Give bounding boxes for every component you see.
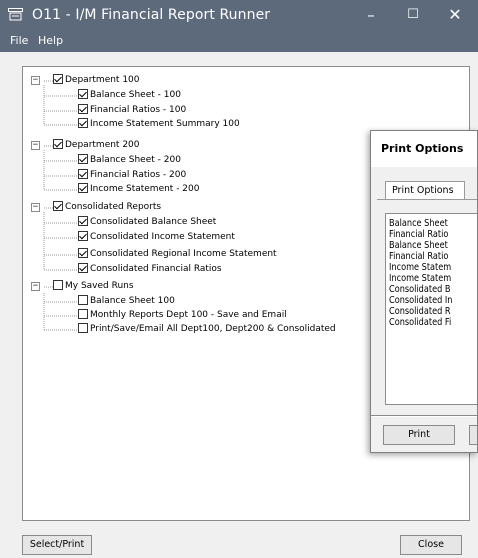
tree-item[interactable]: Financial Ratios - 200 — [78, 169, 186, 183]
checkbox[interactable] — [78, 216, 88, 226]
list-item[interactable]: Balance Sheet — [389, 218, 448, 229]
tree-item[interactable]: Balance Sheet - 100 — [78, 89, 181, 103]
select-print-button[interactable]: Select/Print — [22, 535, 92, 555]
list-item[interactable]: Income Statem — [389, 262, 451, 273]
list-item[interactable]: Balance Sheet — [389, 240, 448, 251]
collapse-toggle-icon[interactable]: − — [31, 282, 40, 291]
collapse-toggle-icon[interactable]: − — [31, 141, 40, 150]
list-item[interactable]: Consolidated Fi — [389, 317, 451, 328]
checkbox[interactable] — [78, 323, 88, 333]
checkbox[interactable] — [78, 118, 88, 128]
close-window-button[interactable]: ✕ — [438, 4, 472, 26]
list-item[interactable]: Income Statem — [389, 273, 451, 284]
tree-item[interactable]: Consolidated Income Statement — [78, 231, 235, 245]
tree-item[interactable]: Balance Sheet 100 — [78, 295, 175, 309]
list-item[interactable]: Consolidated In — [389, 295, 452, 306]
checkbox[interactable] — [78, 263, 88, 273]
tree-item[interactable]: Print/Save/Email All Dept100, Dept200 & … — [78, 323, 336, 337]
checkbox[interactable] — [78, 248, 88, 258]
checkbox[interactable] — [78, 89, 88, 99]
tree-item[interactable]: Consolidated Financial Ratios — [78, 263, 222, 277]
list-item[interactable]: Consolidated B — [389, 284, 450, 295]
checkbox[interactable] — [78, 154, 88, 164]
divider — [371, 415, 477, 417]
tab-print-options[interactable]: Print Options — [385, 181, 465, 200]
tree-group-consolidated-reports[interactable]: Consolidated Reports — [53, 201, 161, 215]
title-bar: O11 - I/M Financial Report Runner – ☐ ✕ — [0, 0, 478, 30]
menu-bar: File Help — [0, 30, 478, 52]
maximize-button[interactable]: ☐ — [396, 4, 430, 26]
dialog-title-bar: Print Options — [371, 131, 477, 167]
menu-file[interactable]: File — [10, 34, 28, 47]
dialog-second-button[interactable] — [469, 425, 477, 445]
list-item[interactable]: Financial Ratio — [389, 229, 448, 240]
tree-item[interactable]: Consolidated Balance Sheet — [78, 216, 216, 230]
checkbox[interactable] — [78, 104, 88, 114]
tree-group-department-100[interactable]: Department 100 — [53, 74, 140, 88]
tree-item[interactable]: Income Statement Summary 100 — [78, 118, 240, 132]
minimize-button[interactable]: – — [354, 4, 388, 26]
close-button[interactable]: Close — [400, 535, 462, 555]
checkbox[interactable] — [53, 201, 63, 211]
print-button[interactable]: Print — [383, 425, 455, 445]
tree-group-department-200[interactable]: Department 200 — [53, 139, 140, 153]
checkbox[interactable] — [53, 280, 63, 290]
collapse-toggle-icon[interactable]: − — [31, 76, 40, 85]
report-listbox[interactable]: Balance Sheet Financial Ratio Balance Sh… — [385, 213, 477, 405]
checkbox[interactable] — [53, 74, 63, 84]
checkbox[interactable] — [78, 309, 88, 319]
checkbox[interactable] — [78, 169, 88, 179]
tree-item[interactable]: Financial Ratios - 100 — [78, 104, 186, 118]
checkbox[interactable] — [78, 231, 88, 241]
tree-item[interactable]: Balance Sheet - 200 — [78, 154, 181, 168]
list-item[interactable]: Financial Ratio — [389, 251, 448, 262]
checkbox[interactable] — [78, 183, 88, 193]
window-app-icon — [8, 8, 23, 21]
dialog-title: Print Options — [381, 142, 464, 155]
window-title: O11 - I/M Financial Report Runner — [32, 7, 271, 23]
tree-item[interactable]: Consolidated Regional Income Statement — [78, 248, 277, 262]
list-item[interactable]: Consolidated R — [389, 306, 451, 317]
print-options-dialog: Print Options Print Options Balance Shee… — [370, 130, 478, 453]
tree-group-my-saved-runs[interactable]: My Saved Runs — [53, 280, 134, 294]
tree-item[interactable]: Income Statement - 200 — [78, 183, 200, 197]
collapse-toggle-icon[interactable]: − — [31, 203, 40, 212]
tree-item[interactable]: Monthly Reports Dept 100 - Save and Emai… — [78, 309, 287, 323]
checkbox[interactable] — [78, 295, 88, 305]
menu-help[interactable]: Help — [38, 34, 63, 47]
checkbox[interactable] — [53, 139, 63, 149]
